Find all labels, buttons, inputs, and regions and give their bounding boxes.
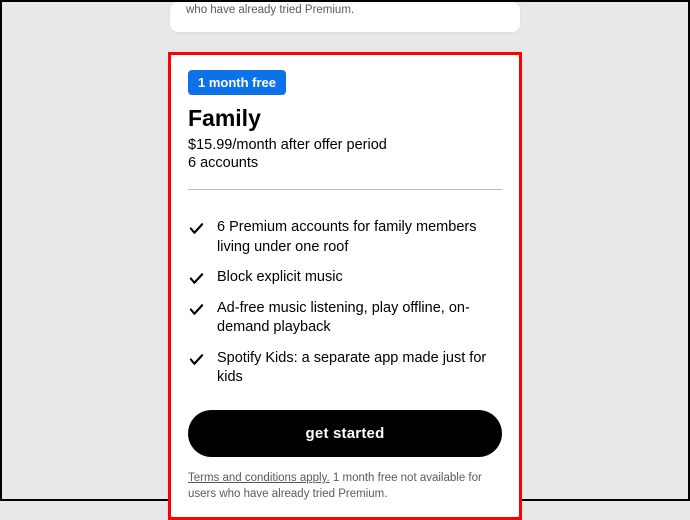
feature-item: Block explicit music bbox=[188, 268, 502, 288]
feature-item: Ad-free music listening, play offline, o… bbox=[188, 299, 502, 338]
plan-price: $15.99/month after offer period bbox=[188, 137, 502, 153]
feature-text: 6 Premium accounts for family members li… bbox=[217, 218, 502, 257]
check-icon bbox=[188, 220, 205, 237]
feature-text: Spotify Kids: a separate app made just f… bbox=[217, 349, 502, 388]
divider bbox=[188, 189, 502, 190]
check-icon bbox=[188, 351, 205, 368]
feature-list: 6 Premium accounts for family members li… bbox=[188, 218, 502, 388]
feature-item: 6 Premium accounts for family members li… bbox=[188, 218, 502, 257]
get-started-button[interactable]: get started bbox=[188, 410, 502, 457]
previous-plan-footnote: who have already tried Premium. bbox=[186, 2, 504, 18]
family-plan-card: 1 month free Family $15.99/month after o… bbox=[170, 54, 520, 518]
terms-link[interactable]: Terms and conditions apply. bbox=[188, 472, 330, 484]
previous-plan-card-partial: who have already tried Premium. bbox=[170, 2, 520, 32]
feature-text: Ad-free music listening, play offline, o… bbox=[217, 299, 502, 338]
plan-accounts: 6 accounts bbox=[188, 155, 502, 171]
check-icon bbox=[188, 301, 205, 318]
plan-title: Family bbox=[188, 105, 502, 132]
plan-footnote: Terms and conditions apply. 1 month free… bbox=[188, 470, 502, 502]
feature-item: Spotify Kids: a separate app made just f… bbox=[188, 349, 502, 388]
feature-text: Block explicit music bbox=[217, 268, 343, 288]
promo-badge: 1 month free bbox=[188, 70, 286, 95]
check-icon bbox=[188, 270, 205, 287]
